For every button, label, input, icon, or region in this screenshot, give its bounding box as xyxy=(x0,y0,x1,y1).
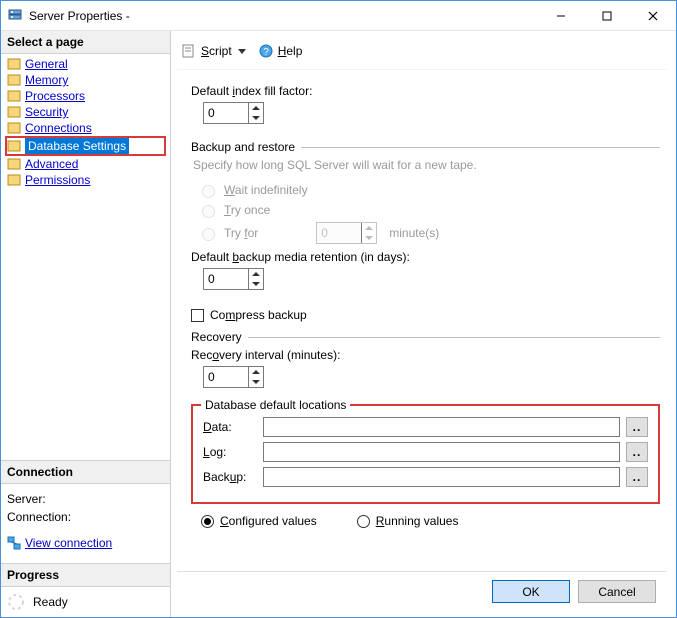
server-properties-window: Server Properties - Select a page Genera… xyxy=(0,0,677,618)
page-label: Security xyxy=(25,105,68,119)
maximize-button[interactable] xyxy=(584,1,630,31)
chevron-down-icon xyxy=(238,49,246,54)
view-connection-link[interactable]: View connection xyxy=(7,536,112,550)
try-for-unit: minute(s) xyxy=(389,226,439,240)
fill-factor-field[interactable] xyxy=(204,103,248,123)
spin-up[interactable] xyxy=(249,367,263,377)
page-item-memory[interactable]: Memory xyxy=(5,72,166,88)
page-icon xyxy=(7,105,21,119)
toolbar: SScriptcript ? HHelpelp xyxy=(177,37,666,70)
try-once-radio: Try onceTry once xyxy=(197,202,660,218)
server-label: Server: xyxy=(7,492,164,506)
log-browse-button[interactable]: .. xyxy=(626,442,648,462)
backup-restore-header: Backup and restore xyxy=(191,140,301,154)
page-label: Processors xyxy=(25,89,85,103)
page-icon xyxy=(7,157,21,171)
default-locations-group: Database default locations Data:Data: ..… xyxy=(191,404,660,504)
close-button[interactable] xyxy=(630,1,676,31)
recovery-interval-label: Recovery interval (minutes):Recovery int… xyxy=(191,348,660,362)
spin-down[interactable] xyxy=(249,113,263,123)
spin-down[interactable] xyxy=(249,279,263,289)
page-item-advanced[interactable]: Advanced xyxy=(5,156,166,172)
radio-icon xyxy=(357,515,370,528)
view-connection-label: View connection xyxy=(25,536,112,550)
backup-browse-button[interactable]: .. xyxy=(626,467,648,487)
backup-path-input[interactable] xyxy=(263,467,620,487)
help-label: HHelpelp xyxy=(278,44,303,58)
page-label: Advanced xyxy=(25,157,78,171)
recovery-header: Recovery xyxy=(191,330,248,344)
cancel-button[interactable]: Cancel xyxy=(578,580,656,603)
recovery-interval-field[interactable] xyxy=(204,367,248,387)
page-icon xyxy=(7,89,21,103)
progress-status: Ready xyxy=(33,595,68,609)
help-icon: ? xyxy=(258,43,274,59)
progress-header: Progress xyxy=(1,564,170,587)
progress-spinner-icon xyxy=(7,593,25,611)
page-label: Connections xyxy=(25,121,92,135)
recovery-interval-input[interactable] xyxy=(203,366,264,388)
script-button[interactable]: SScriptcript xyxy=(177,41,250,61)
running-values-radio[interactable]: Running valuesRunning values xyxy=(357,514,459,528)
page-item-permissions[interactable]: Permissions xyxy=(5,172,166,188)
connection-label: Connection: xyxy=(7,510,164,524)
retention-field[interactable] xyxy=(204,269,248,289)
locations-header: Database default locations xyxy=(201,398,350,412)
page-label: General xyxy=(25,57,68,71)
spin-up[interactable] xyxy=(249,103,263,113)
configured-values-radio[interactable]: Configured valuesConfigured values xyxy=(201,514,317,528)
help-button[interactable]: ? HHelpelp xyxy=(254,41,307,61)
ok-button[interactable]: OK xyxy=(492,580,570,603)
minimize-button[interactable] xyxy=(538,1,584,31)
page-item-security[interactable]: Security xyxy=(5,104,166,120)
wait-indefinitely-radio: Wait indefinitelyWait indefinitely xyxy=(197,182,660,198)
data-label: Data:Data: xyxy=(203,420,257,434)
backup-label: Backup:Backup: xyxy=(203,470,257,484)
page-icon xyxy=(7,57,21,71)
checkbox-icon xyxy=(191,309,204,322)
page-list: General Memory Processors Security Conne… xyxy=(1,54,170,190)
page-icon xyxy=(7,173,21,187)
page-label: Permissions xyxy=(25,173,90,187)
page-icon xyxy=(7,139,21,153)
data-browse-button[interactable]: .. xyxy=(626,417,648,437)
page-item-general[interactable]: General xyxy=(5,56,166,72)
compress-label: Compress backupCompress backup xyxy=(210,308,307,322)
main-panel: SScriptcript ? HHelpelp Default index fi… xyxy=(171,31,676,617)
backup-helper: Specify how long SQL Server will wait fo… xyxy=(193,158,660,172)
page-label: Memory xyxy=(25,73,68,87)
spin-down[interactable] xyxy=(249,377,263,387)
fill-factor-label: Default index fill factor:Default index … xyxy=(191,84,660,98)
connection-icon xyxy=(7,536,21,550)
fill-factor-input[interactable] xyxy=(203,102,264,124)
log-label: Log:Log: xyxy=(203,445,257,459)
sidebar: Select a page General Memory Processors … xyxy=(1,31,171,617)
page-label: Database Settings xyxy=(25,138,129,154)
page-item-connections[interactable]: Connections xyxy=(5,120,166,136)
script-icon xyxy=(181,43,197,59)
retention-label: Default backup media retention (in days)… xyxy=(191,250,660,264)
page-item-processors[interactable]: Processors xyxy=(5,88,166,104)
compress-backup-checkbox[interactable]: Compress backupCompress backup xyxy=(191,308,660,322)
radio-icon xyxy=(201,515,214,528)
page-item-database-settings[interactable]: Database Settings xyxy=(5,136,166,156)
retention-input[interactable] xyxy=(203,268,264,290)
titlebar: Server Properties - xyxy=(1,1,676,31)
svg-text:?: ? xyxy=(263,47,269,58)
data-path-input[interactable] xyxy=(263,417,620,437)
script-label: SScriptcript xyxy=(201,44,232,58)
window-title: Server Properties - xyxy=(29,9,538,23)
select-page-header: Select a page xyxy=(1,31,170,54)
page-icon xyxy=(7,121,21,135)
spin-up[interactable] xyxy=(249,269,263,279)
log-path-input[interactable] xyxy=(263,442,620,462)
connection-header: Connection xyxy=(1,461,170,484)
page-icon xyxy=(7,73,21,87)
server-icon xyxy=(7,8,23,24)
try-for-radio: Try forTry for minute(s) xyxy=(197,222,660,244)
try-for-input xyxy=(316,222,377,244)
dialog-buttons: OK Cancel xyxy=(177,571,666,611)
